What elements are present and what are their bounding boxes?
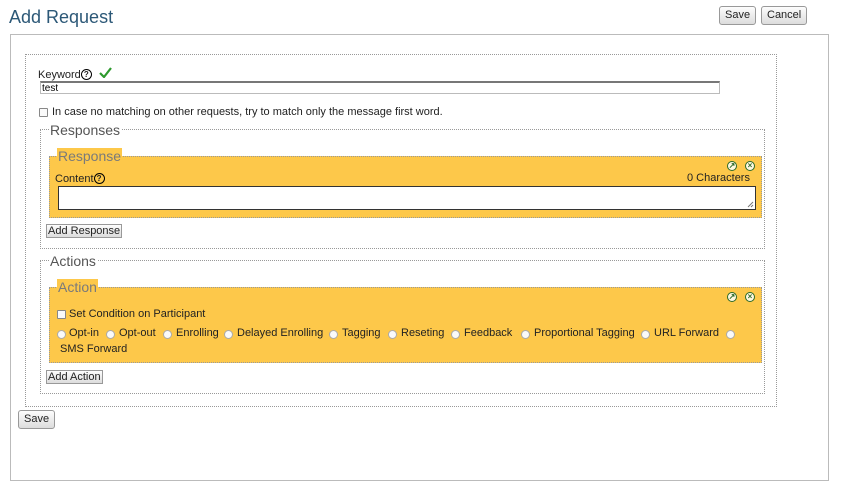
action-type-label: Enrolling bbox=[176, 327, 219, 339]
action-type-radio[interactable] bbox=[106, 330, 115, 339]
action-type-label: Proportional Tagging bbox=[534, 327, 635, 339]
first-word-checkbox[interactable] bbox=[39, 108, 48, 117]
check-icon bbox=[99, 67, 112, 78]
character-count: 0 Characters bbox=[687, 172, 750, 184]
set-condition-label: Set Condition on Participant bbox=[69, 308, 206, 320]
actions-legend: Actions bbox=[49, 253, 97, 269]
action-type-radio[interactable] bbox=[224, 330, 233, 339]
action-type-label: Delayed Enrolling bbox=[237, 327, 324, 339]
keyword-input[interactable] bbox=[40, 81, 720, 94]
remove-icon[interactable]: × bbox=[745, 161, 755, 171]
add-action-button[interactable]: Add Action bbox=[46, 370, 103, 384]
action-type-radio[interactable] bbox=[329, 330, 338, 339]
action-type-label: Opt-in bbox=[69, 327, 99, 339]
first-word-label: In case no matching on other requests, t… bbox=[52, 106, 443, 118]
keyword-label-row: Keyword? bbox=[38, 69, 92, 81]
help-icon[interactable]: ? bbox=[80, 69, 92, 80]
remove-icon[interactable]: × bbox=[745, 292, 755, 302]
action-type-label: Tagging bbox=[342, 327, 381, 339]
action-type-radio[interactable] bbox=[726, 330, 735, 339]
save-button[interactable]: Save bbox=[719, 6, 757, 25]
footer-save-button[interactable]: Save bbox=[18, 410, 56, 429]
action-type-label: Opt-out bbox=[119, 327, 156, 339]
action-type-radio[interactable] bbox=[163, 330, 172, 339]
resize-handle-icon[interactable] bbox=[747, 201, 754, 208]
keyword-label: Keyword bbox=[38, 69, 81, 81]
content-textarea[interactable] bbox=[58, 186, 756, 210]
action-type-radio[interactable] bbox=[57, 330, 66, 339]
expand-icon[interactable]: ↗ bbox=[727, 161, 737, 171]
page-title: Add Request bbox=[9, 7, 114, 27]
content-label-row: Content? bbox=[55, 173, 105, 185]
response-legend: Response bbox=[57, 148, 123, 164]
content-label: Content bbox=[55, 173, 94, 185]
action-type-label: Reseting bbox=[401, 327, 445, 339]
cancel-button[interactable]: Cancel bbox=[761, 6, 808, 25]
expand-icon[interactable]: ↗ bbox=[727, 292, 737, 302]
action-type-radio[interactable] bbox=[641, 330, 650, 339]
action-legend: Action bbox=[57, 279, 98, 295]
action-type-radio[interactable] bbox=[521, 330, 530, 339]
help-icon[interactable]: ? bbox=[93, 173, 105, 184]
set-condition-checkbox[interactable] bbox=[57, 310, 66, 319]
action-type-radio[interactable] bbox=[451, 330, 460, 339]
action-type-label: SMS Forward bbox=[60, 343, 128, 355]
action-type-radio[interactable] bbox=[388, 330, 397, 339]
action-type-label: URL Forward bbox=[654, 327, 719, 339]
action-type-label: Feedback bbox=[464, 327, 513, 339]
responses-legend: Responses bbox=[49, 122, 122, 138]
add-response-button[interactable]: Add Response bbox=[46, 224, 123, 238]
action-panel bbox=[49, 287, 762, 363]
